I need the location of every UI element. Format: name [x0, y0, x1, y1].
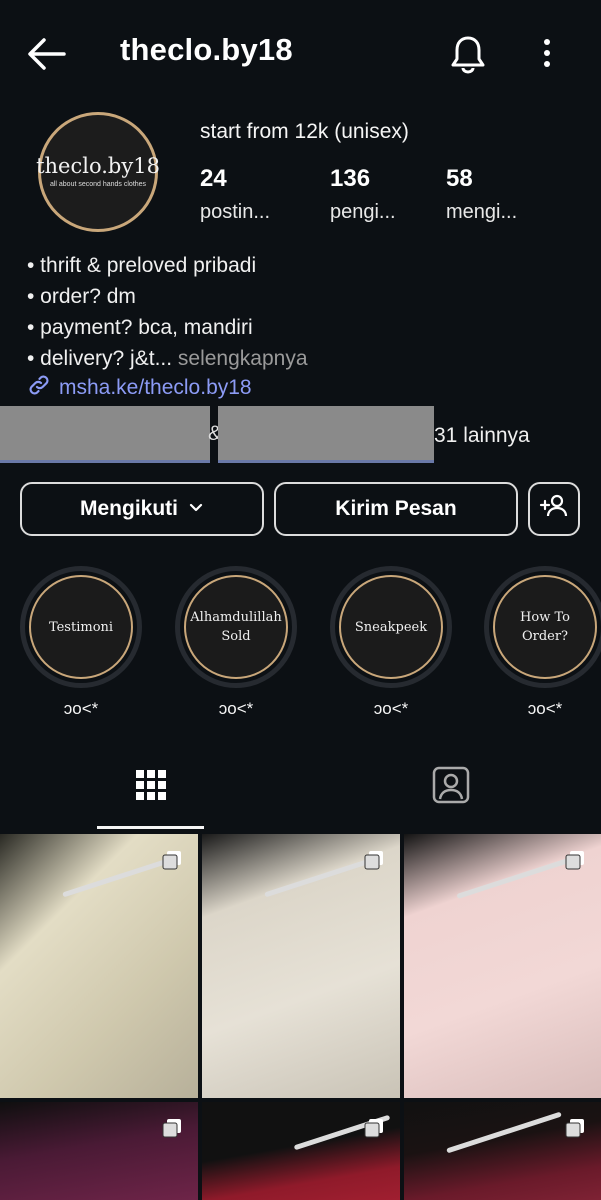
post-thumbnail[interactable]	[404, 1102, 601, 1200]
bio-line: • payment? bca, mandiri	[27, 316, 253, 339]
stat-following-value: 58	[446, 165, 473, 192]
post-grid	[0, 834, 601, 1200]
highlight-ring: Sneakpeek	[330, 566, 452, 688]
hanger-shape	[456, 854, 582, 899]
profile-link-text: msha.ke/theclo.by18	[59, 376, 252, 399]
chevron-down-icon	[188, 497, 204, 521]
highlight-cover: Alhamdulillah Sold	[184, 575, 288, 679]
highlight-caption: ↄo<*	[527, 699, 563, 718]
profile-bio: • thrift & preloved pribadi • order? dm …	[27, 250, 308, 374]
stat-posts-label: postin...	[200, 201, 271, 223]
stat-posts[interactable]: 24 postin...	[200, 165, 310, 224]
avatar-logo-name: theclo.by18	[36, 154, 160, 178]
highlight-caption: ↄo<*	[218, 699, 254, 718]
profile-tabs	[0, 744, 601, 830]
highlight-caption: ↄo<*	[63, 699, 99, 718]
highlight-cover: Sneakpeek	[339, 575, 443, 679]
hanger-shape	[62, 855, 178, 898]
highlight-cover: Testimoni	[29, 575, 133, 679]
followed-by-row[interactable]: & 31 lainnya	[0, 404, 601, 464]
highlight-caption: ↄo<*	[373, 699, 409, 718]
bio-line-last: • delivery? j&t... selengkapnya	[27, 343, 308, 374]
tab-tagged[interactable]	[397, 744, 504, 830]
post-thumbnail[interactable]	[0, 834, 198, 1098]
grid-icon	[134, 768, 168, 807]
redacted-follower-name	[0, 406, 210, 463]
profile-link[interactable]: msha.ke/theclo.by18	[27, 373, 252, 403]
profile-username: theclo.by18	[120, 32, 293, 67]
send-message-button[interactable]: Kirim Pesan	[274, 482, 518, 536]
avatar-logo-tagline: all about second hands clothes	[49, 181, 147, 188]
post-thumbnail[interactable]	[202, 834, 400, 1098]
followed-by-others: 31 lainnya	[434, 424, 530, 447]
stat-posts-value: 24	[200, 165, 227, 192]
send-message-label: Kirim Pesan	[335, 497, 457, 520]
multi-photo-icon	[565, 851, 584, 870]
profile-display-name: start from 12k (unisex)	[200, 120, 409, 143]
add-user-icon	[539, 491, 569, 527]
following-button[interactable]: Mengikuti	[20, 482, 264, 536]
back-arrow-icon[interactable]	[24, 32, 68, 76]
following-button-label: Mengikuti	[80, 497, 178, 520]
story-highlights: Testimoni ↄo<* Alhamdulillah Sold ↄo<* S…	[0, 566, 601, 726]
post-thumbnail[interactable]	[0, 1102, 198, 1200]
bio-line: • thrift & preloved pribadi	[27, 254, 257, 277]
highlight-cover: How To Order?	[493, 575, 597, 679]
bio-line: • order? dm	[27, 285, 136, 308]
active-tab-indicator	[97, 826, 204, 829]
redacted-follower-name	[218, 406, 434, 463]
post-thumbnail[interactable]	[404, 834, 601, 1098]
highlight-item[interactable]: Testimoni ↄo<*	[16, 566, 146, 719]
multi-photo-icon	[364, 851, 383, 870]
stat-followers-label: pengi...	[330, 201, 396, 223]
tab-posts-grid[interactable]	[97, 744, 204, 830]
top-bar: theclo.by18	[0, 0, 601, 108]
hanger-shape	[264, 855, 380, 898]
bio-line: • delivery? j&t...	[27, 347, 173, 370]
stat-followers[interactable]: 136 pengi...	[330, 165, 440, 224]
bell-icon[interactable]	[446, 32, 490, 76]
post-thumbnail[interactable]	[202, 1102, 400, 1200]
highlight-ring: Testimoni	[20, 566, 142, 688]
highlight-item[interactable]: Sneakpeek ↄo<*	[326, 566, 456, 719]
link-icon	[27, 373, 51, 403]
hanger-shape	[446, 1111, 562, 1154]
multi-photo-icon	[162, 851, 181, 870]
multi-photo-icon	[565, 1119, 584, 1138]
add-user-button[interactable]	[528, 482, 580, 536]
more-vertical-icon[interactable]	[532, 32, 562, 76]
highlight-item[interactable]: How To Order? ↄo<*	[480, 566, 601, 719]
tagged-icon	[431, 765, 471, 810]
highlight-ring: Alhamdulillah Sold	[175, 566, 297, 688]
highlight-item[interactable]: Alhamdulillah Sold ↄo<*	[171, 566, 301, 719]
multi-photo-icon	[364, 1119, 383, 1138]
stat-following[interactable]: 58 mengi...	[446, 165, 556, 224]
stat-following-label: mengi...	[446, 201, 518, 223]
highlight-ring: How To Order?	[484, 566, 601, 688]
multi-photo-icon	[162, 1119, 181, 1138]
see-more-link[interactable]: selengkapnya	[172, 347, 308, 370]
stat-followers-value: 136	[330, 165, 371, 192]
profile-avatar[interactable]: theclo.by18 all about second hands cloth…	[36, 112, 160, 232]
